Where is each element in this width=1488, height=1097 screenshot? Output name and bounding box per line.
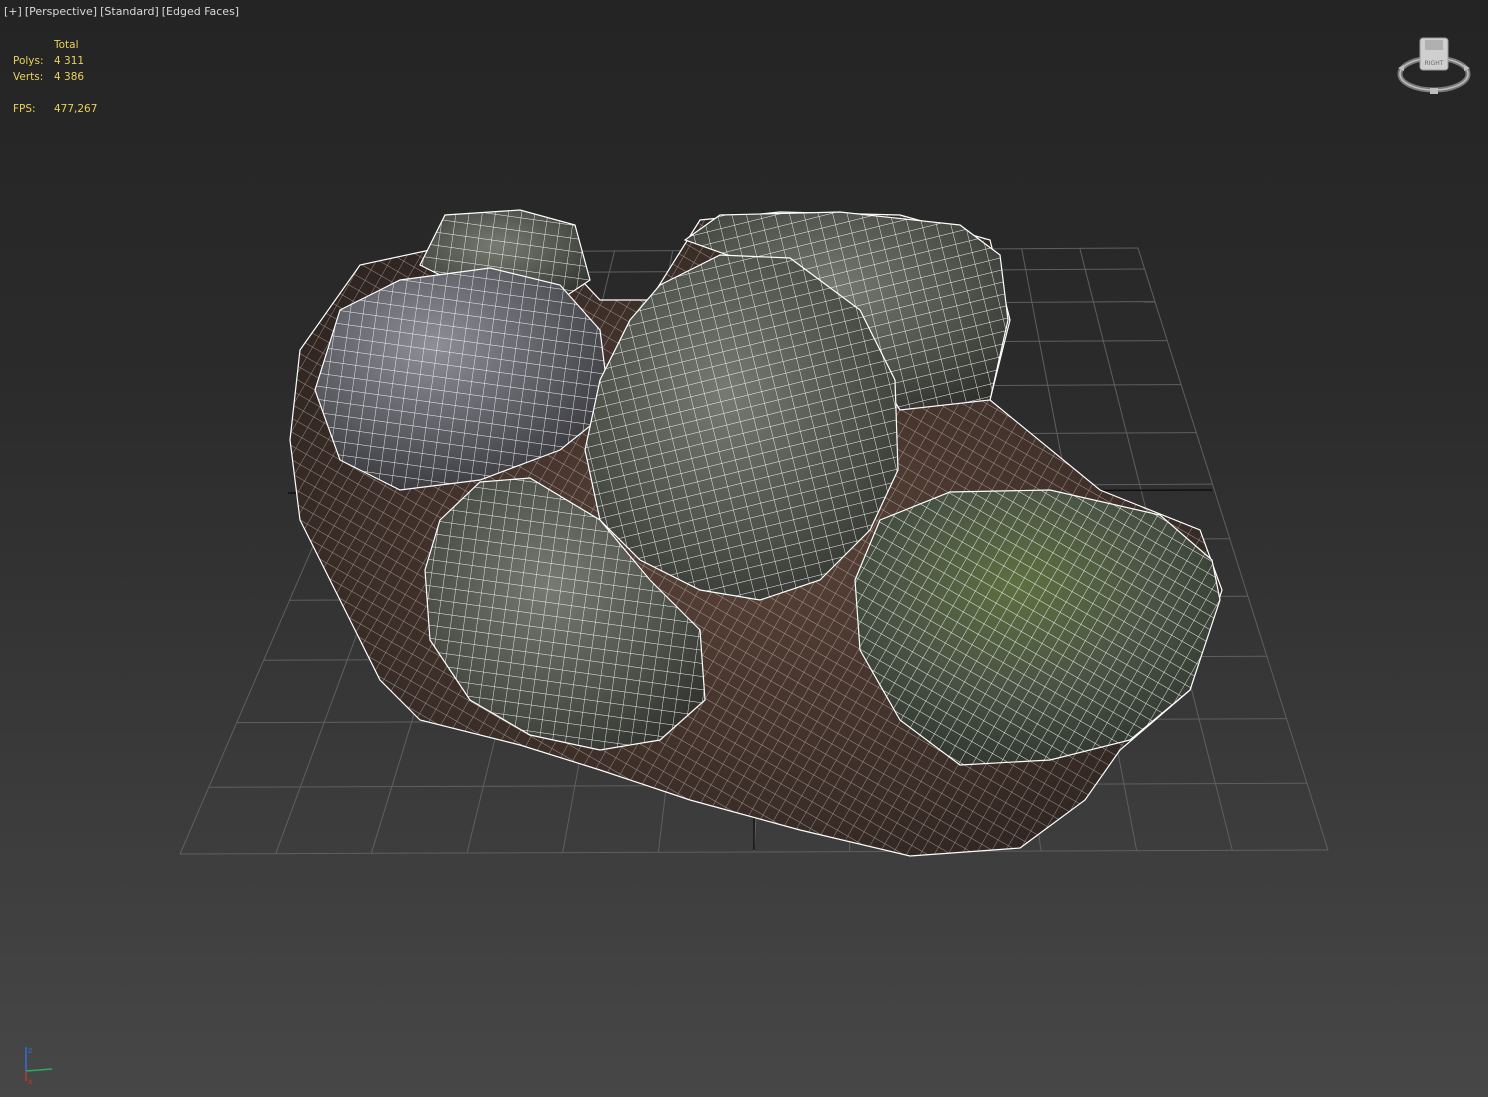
axis-z-label: z [28, 1046, 32, 1055]
rock-mesh[interactable] [289, 209, 1223, 857]
viewcube[interactable]: RIGHT [1396, 34, 1472, 98]
viewcube-face-label: RIGHT [1425, 60, 1444, 67]
axis-x-label: x [28, 1077, 33, 1085]
viewcube-icon: RIGHT [1397, 37, 1471, 94]
viewport-canvas[interactable] [0, 0, 1488, 1097]
axis-tripod-icon: z x [25, 1046, 53, 1086]
axis-tripod: z x [18, 1043, 62, 1086]
